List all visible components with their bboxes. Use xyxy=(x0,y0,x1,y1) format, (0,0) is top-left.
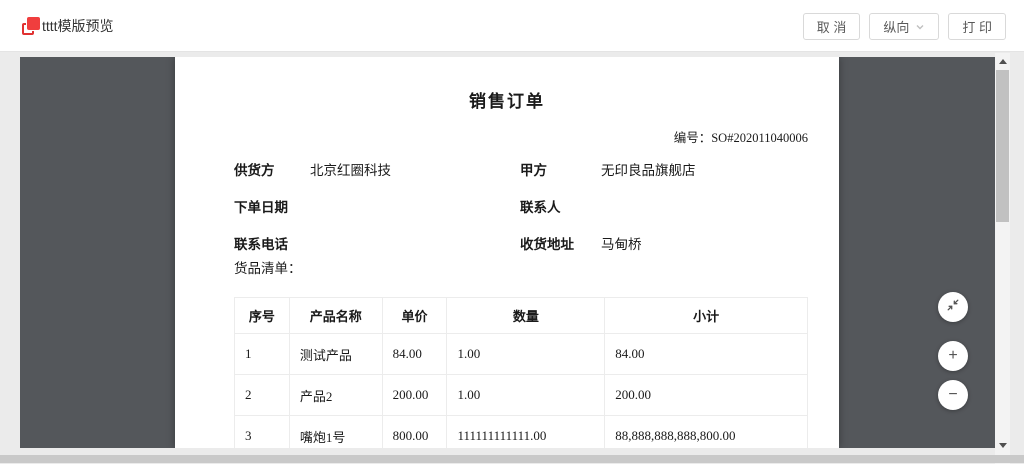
field-label-supplier: 供货方 xyxy=(234,159,275,179)
field-value-party-a: 无印良品旗舰店 xyxy=(601,159,696,179)
cell-price: 84.00 xyxy=(382,334,447,375)
table-row: 3 嘴炮1号 800.00 111111111111.00 88,888,888… xyxy=(235,416,808,449)
order-number-label: 编号： xyxy=(674,131,712,145)
field-row: 联系电话 收货地址 马甸桥 xyxy=(234,233,809,270)
app-logo-icon xyxy=(22,17,40,35)
cell-index: 3 xyxy=(235,416,290,449)
preview-canvas[interactable]: 销售订单 编号：SO#202011040006 供货方 北京红圈科技 甲方 无印… xyxy=(20,57,995,448)
cell-subtotal: 200.00 xyxy=(605,375,808,416)
cell-qty: 1.00 xyxy=(447,334,605,375)
cell-qty: 1.00 xyxy=(447,375,605,416)
col-header-index: 序号 xyxy=(235,298,290,334)
table-row: 1 测试产品 84.00 1.00 84.00 xyxy=(235,334,808,375)
plus-icon: + xyxy=(948,347,957,365)
cell-index: 1 xyxy=(235,334,290,375)
horizontal-scrollbar-thumb[interactable] xyxy=(0,455,1024,463)
orientation-label: 纵向 xyxy=(883,17,909,36)
cell-index: 2 xyxy=(235,375,290,416)
field-label-phone: 联系电话 xyxy=(234,233,288,253)
zoom-out-button[interactable]: − xyxy=(938,380,968,410)
order-number: 编号：SO#202011040006 xyxy=(674,127,808,146)
fit-to-screen-button[interactable] xyxy=(938,292,968,322)
header-actions: 取 消 纵向 打 印 xyxy=(803,13,1006,40)
field-label-address: 收货地址 xyxy=(520,233,574,253)
col-header-subtotal: 小计 xyxy=(605,298,808,334)
print-button[interactable]: 打 印 xyxy=(948,13,1006,40)
page-title: tttt模版预览 xyxy=(42,0,114,52)
order-fields: 供货方 北京红圈科技 甲方 无印良品旗舰店 下单日期 联系人 联系电话 收货地址… xyxy=(234,159,809,270)
col-header-qty: 数量 xyxy=(447,298,605,334)
table-row: 2 产品2 200.00 1.00 200.00 xyxy=(235,375,808,416)
document-title: 销售订单 xyxy=(175,87,839,112)
cell-subtotal: 84.00 xyxy=(605,334,808,375)
scroll-up-button[interactable] xyxy=(995,53,1010,69)
minus-icon: − xyxy=(948,386,957,404)
cell-price: 800.00 xyxy=(382,416,447,449)
field-label-party-a: 甲方 xyxy=(520,159,547,179)
field-row: 下单日期 联系人 xyxy=(234,196,809,233)
orientation-dropdown[interactable]: 纵向 xyxy=(869,13,939,40)
cell-price: 200.00 xyxy=(382,375,447,416)
goods-list-label: 货品清单： xyxy=(234,257,302,277)
scroll-down-button[interactable] xyxy=(995,437,1010,453)
field-value-address: 马甸桥 xyxy=(601,233,642,253)
order-number-value: SO#202011040006 xyxy=(711,131,808,145)
col-header-product: 产品名称 xyxy=(289,298,382,334)
header-bar: tttt模版预览 取 消 纵向 打 印 xyxy=(0,0,1024,52)
preview-workspace: 销售订单 编号：SO#202011040006 供货方 北京红圈科技 甲方 无印… xyxy=(0,52,1024,464)
items-table: 序号 产品名称 单价 数量 小计 1 测试产品 84.00 1.00 84.00 xyxy=(234,297,808,448)
cell-product: 嘴炮1号 xyxy=(289,416,382,449)
cell-qty: 111111111111.00 xyxy=(447,416,605,449)
field-row: 供货方 北京红圈科技 甲方 无印良品旗舰店 xyxy=(234,159,809,196)
vertical-scrollbar[interactable] xyxy=(995,53,1010,464)
field-label-order-date: 下单日期 xyxy=(234,196,288,216)
logo-front-layer xyxy=(27,17,40,30)
field-value-supplier: 北京红圈科技 xyxy=(310,159,391,179)
zoom-in-button[interactable]: + xyxy=(938,341,968,371)
field-label-contact: 联系人 xyxy=(520,196,561,216)
cell-product: 产品2 xyxy=(289,375,382,416)
arrow-down-icon xyxy=(999,443,1007,448)
col-header-price: 单价 xyxy=(382,298,447,334)
document-page: 销售订单 编号：SO#202011040006 供货方 北京红圈科技 甲方 无印… xyxy=(175,57,839,448)
cell-product: 测试产品 xyxy=(289,334,382,375)
vertical-scrollbar-thumb[interactable] xyxy=(996,70,1009,222)
chevron-down-icon xyxy=(915,22,925,32)
cell-subtotal: 88,888,888,888,800.00 xyxy=(605,416,808,449)
compress-icon xyxy=(946,298,960,317)
table-header-row: 序号 产品名称 单价 数量 小计 xyxy=(235,298,808,334)
cancel-button[interactable]: 取 消 xyxy=(803,13,861,40)
arrow-up-icon xyxy=(999,59,1007,64)
